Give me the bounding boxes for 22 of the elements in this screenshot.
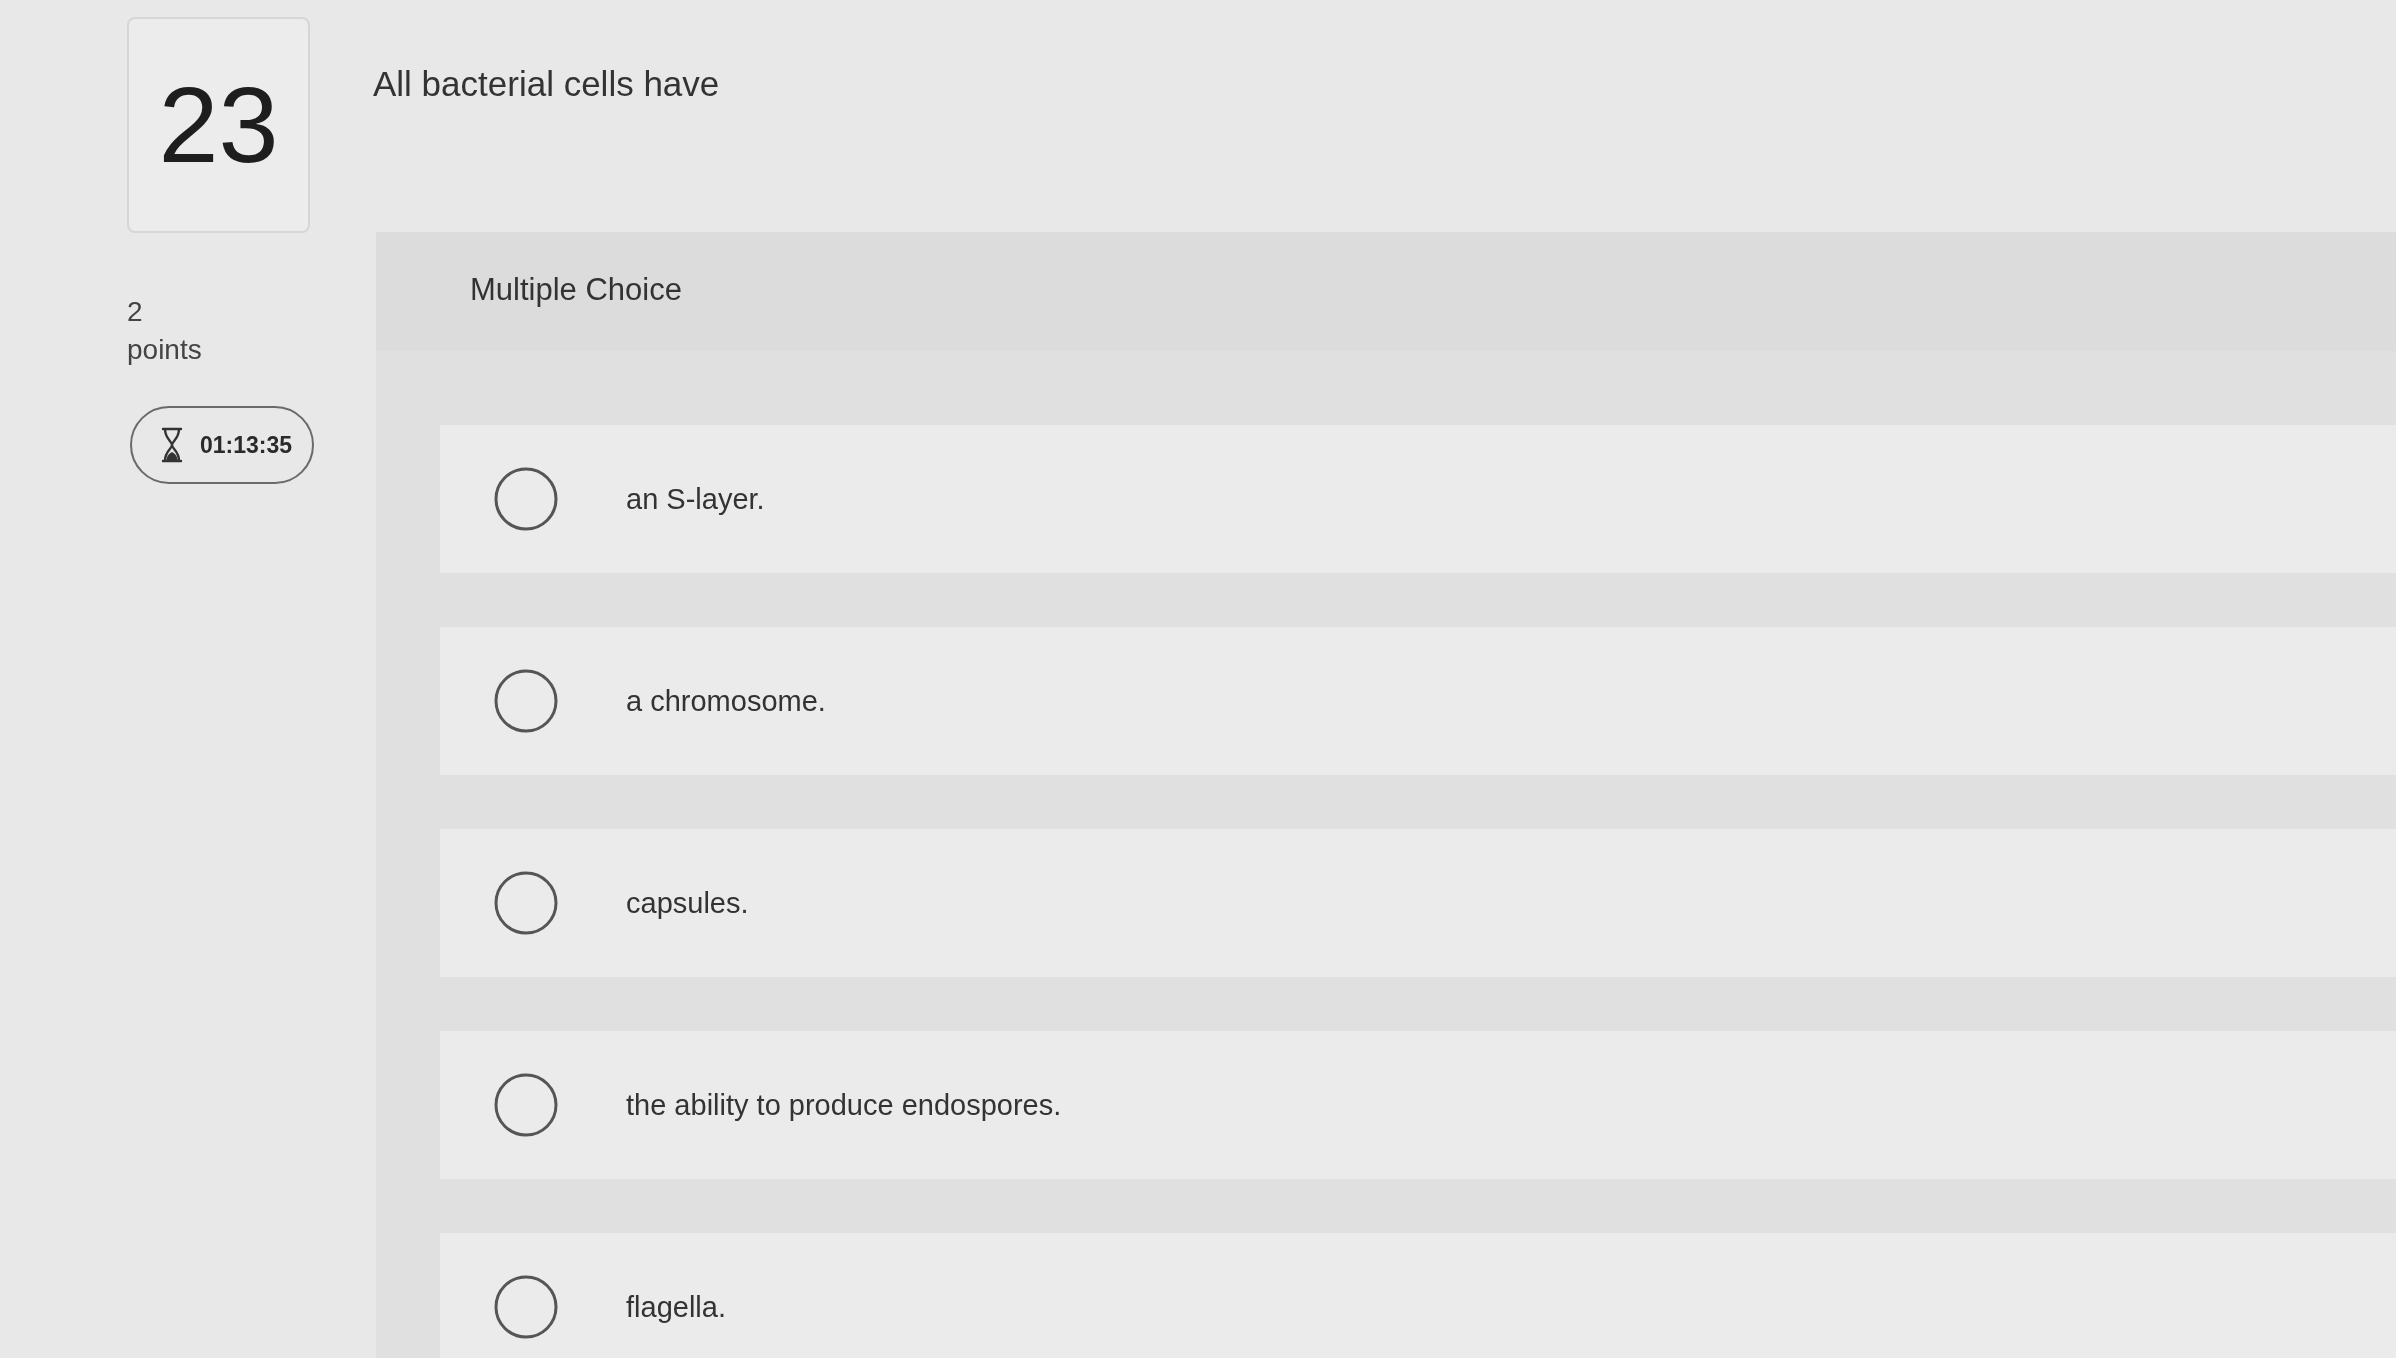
answer-option[interactable]: a chromosome. — [440, 627, 2396, 775]
points-value: 2 — [127, 295, 144, 329]
hourglass-icon — [160, 427, 184, 464]
option-text: an S-layer. — [626, 482, 765, 516]
answer-option[interactable]: capsules. — [440, 829, 2396, 977]
option-text: capsules. — [626, 886, 749, 920]
answer-option[interactable]: an S-layer. — [440, 425, 2396, 573]
answer-type-label: Multiple Choice — [470, 272, 682, 307]
points-label: points — [127, 332, 202, 367]
question-text: All bacterial cells have — [373, 64, 720, 104]
option-text: a chromosome. — [626, 684, 826, 718]
radio-button[interactable] — [494, 467, 558, 531]
radio-button[interactable] — [494, 1275, 558, 1339]
option-text: the ability to produce endospores. — [626, 1088, 1062, 1122]
radio-button[interactable] — [494, 669, 558, 733]
question-number: 23 — [158, 71, 279, 179]
answer-option[interactable]: flagella. — [440, 1233, 2396, 1358]
radio-button[interactable] — [494, 1073, 558, 1137]
timer-text: 01:13:35 — [200, 431, 293, 459]
radio-button[interactable] — [494, 871, 558, 935]
option-text: flagella. — [626, 1290, 726, 1324]
answer-option[interactable]: the ability to produce endospores. — [440, 1031, 2396, 1179]
